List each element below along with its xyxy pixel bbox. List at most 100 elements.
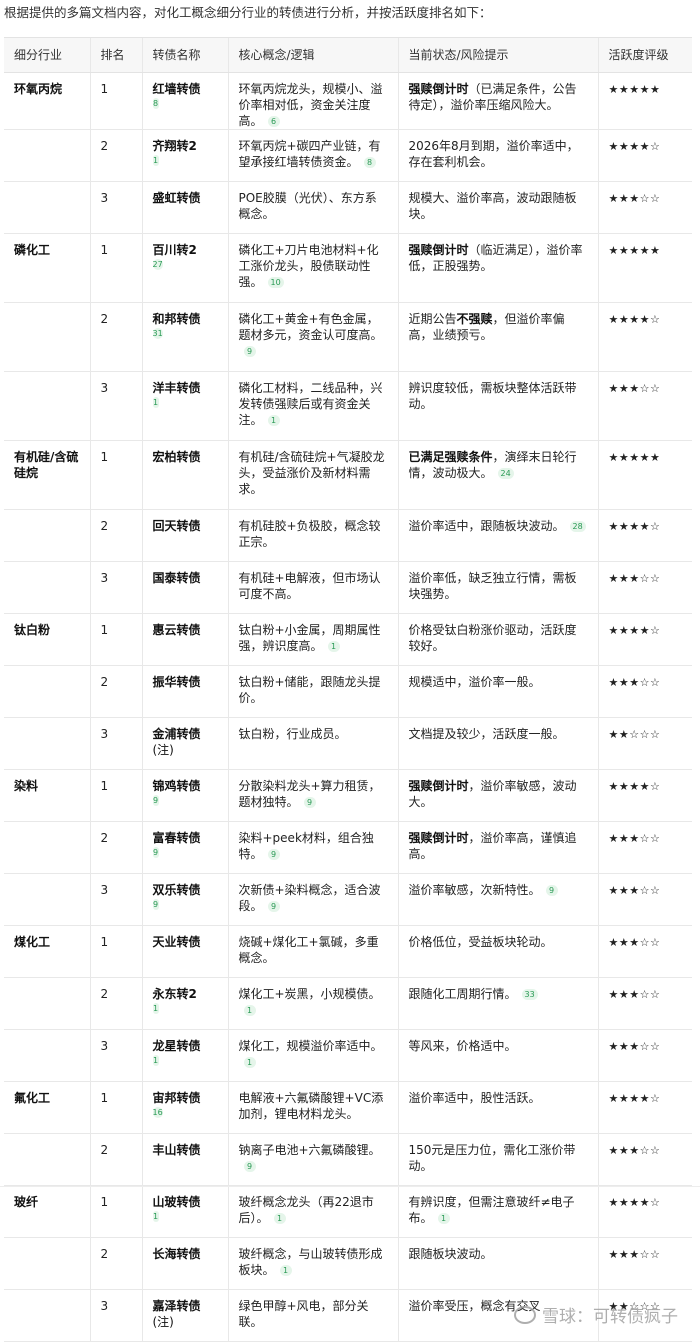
rating-stars: ★★★★☆ — [597, 613, 692, 666]
concept-cell: 钠离子电池+六氟磷酸锂。 9 — [227, 1133, 398, 1186]
concept-cell: 煤化工，规模溢价率适中。 1 — [227, 1029, 398, 1082]
citation-badge[interactable]: 9 — [152, 847, 159, 858]
industry-cell: 煤化工 — [4, 925, 90, 978]
status-cell: 溢价率敏感，次新特性。 9 — [397, 873, 598, 926]
citation-badge[interactable]: 24 — [497, 468, 514, 479]
rating-stars: ★★★★☆ — [597, 1081, 692, 1134]
citation-badge[interactable]: 9 — [267, 849, 280, 860]
status-text: 2026年8月到期，溢价率适中，存在套利机会。 — [408, 139, 579, 169]
citation-badge[interactable]: 1 — [243, 1057, 256, 1068]
concept-text: 烧碱+煤化工+氯碱，多重概念。 — [238, 935, 379, 965]
citation-badge[interactable]: 9 — [303, 797, 316, 808]
citation-badge[interactable]: 9 — [152, 795, 159, 806]
industry-cell — [4, 821, 90, 874]
bond-name: 和邦转债 — [152, 312, 201, 326]
status-text: 规模大、溢价率高，波动跟随板块。 — [408, 191, 577, 221]
citation-badge[interactable]: 27 — [152, 259, 163, 270]
table-row: 环氧丙烷 1 红墙转债 8 环氧丙烷龙头，规模小、溢价率相对低，资金关注度高。 6 强赎倒计… — [4, 72, 692, 130]
industry-cell: 氟化工 — [4, 1081, 90, 1134]
citation-badge[interactable]: 1 — [152, 155, 159, 166]
citation-badge[interactable]: 10 — [267, 277, 284, 288]
rating-stars: ★★★★☆ — [597, 1185, 692, 1238]
status-highlight: 强赎倒计时 — [408, 779, 469, 793]
header-status: 当前状态/风险提示 — [397, 37, 598, 73]
bond-name: 齐翔转2 — [152, 139, 197, 153]
bond-name-cell: 嘉泽转债 (注) — [141, 1289, 228, 1342]
watermark-text: 雪球：可转债疯子 — [542, 1307, 678, 1327]
concept-cell: 环氧丙烷+碳四产业链，有望承接红墙转债资金。 8 — [227, 129, 398, 182]
citation-badge[interactable]: 6 — [267, 116, 280, 127]
rank-cell: 1 — [89, 769, 142, 822]
citation-badge[interactable]: 9 — [267, 901, 280, 912]
bond-note: (注) — [152, 1315, 174, 1329]
industry-cell — [4, 561, 90, 614]
concept-text: 绿色甲醇+风电，部分关联。 — [238, 1299, 369, 1329]
citation-badge[interactable]: 9 — [243, 1161, 256, 1172]
citation-badge[interactable]: 1 — [152, 1003, 159, 1014]
status-cell: 跟随板块波动。 — [397, 1237, 598, 1290]
rank-cell: 3 — [89, 873, 142, 926]
table-row: 2 永东转2 1 煤化工+炭黑，小规模债。 1 跟随化工周期行情。 33 ★★★☆☆ — [4, 977, 692, 1030]
citation-badge[interactable]: 9 — [243, 346, 256, 357]
status-cell: 有辨识度，但需注意玻纤≠电子布。 1 — [397, 1185, 598, 1238]
concept-cell: 玻纤概念，与山玻转债形成板块。 1 — [227, 1237, 398, 1290]
watermark: 雪球：可转债疯子 — [514, 1302, 678, 1327]
citation-badge[interactable]: 28 — [569, 521, 586, 532]
industry-cell — [4, 371, 90, 441]
rating-stars: ★★★☆☆ — [597, 1133, 692, 1186]
table-row: 2 和邦转债 31 磷化工+黄金+有色金属，题材多元，资金认可度高。 9 近期公告不强赎，… — [4, 302, 692, 372]
citation-badge[interactable]: 1 — [273, 1213, 286, 1224]
bond-name-cell: 红墙转债 8 — [141, 72, 228, 130]
concept-cell: 有机硅+电解液，但市场认可度不高。 — [227, 561, 398, 614]
bond-note: (注) — [152, 743, 174, 757]
table-row: 2 长海转债 玻纤概念，与山玻转债形成板块。 1 跟随板块波动。 ★★★☆☆ — [4, 1237, 692, 1290]
citation-badge[interactable]: 8 — [152, 98, 159, 109]
bond-name: 洋丰转债 — [152, 381, 201, 395]
rank-cell: 1 — [89, 925, 142, 978]
table-row: 2 丰山转债 钠离子电池+六氟磷酸锂。 9 150元是压力位，需化工涨价带动。 ★★★☆☆ — [4, 1133, 692, 1186]
header-rating: 活跃度评级 — [597, 37, 692, 73]
citation-badge[interactable]: 31 — [152, 328, 163, 339]
rating-stars: ★★★☆☆ — [597, 665, 692, 718]
citation-badge[interactable]: 1 — [152, 1211, 159, 1222]
concept-cell: 有机硅胶+负极胶，概念较正宗。 — [227, 509, 398, 562]
citation-badge[interactable]: 16 — [152, 1107, 163, 1118]
status-cell: 强赎倒计时（已满足条件，公告待定），溢价率压缩风险大。 — [397, 72, 598, 130]
citation-badge[interactable]: 9 — [545, 885, 558, 896]
industry-cell — [4, 181, 90, 234]
citation-badge[interactable]: 1 — [243, 1005, 256, 1016]
industry-cell: 有机硅/含硫硅烷 — [4, 440, 90, 510]
industry-cell — [4, 1133, 90, 1186]
bond-name-cell: 长海转债 — [141, 1237, 228, 1290]
status-cell: 跟随化工周期行情。 33 — [397, 977, 598, 1030]
status-text: 文档提及较少，活跃度一般。 — [408, 727, 565, 741]
concept-text: 环氧丙烷+碳四产业链，有望承接红墙转债资金。 — [238, 139, 381, 169]
citation-badge[interactable]: 1 — [267, 415, 280, 426]
citation-badge[interactable]: 1 — [152, 1055, 159, 1066]
bond-name: 龙星转债 — [152, 1039, 201, 1053]
industry-cell: 磷化工 — [4, 233, 90, 303]
rank-cell: 2 — [89, 821, 142, 874]
table-row: 2 齐翔转2 1 环氧丙烷+碳四产业链，有望承接红墙转债资金。 8 2026年8月到期，溢… — [4, 129, 692, 182]
citation-badge[interactable]: 1 — [279, 1265, 292, 1276]
bond-name: 双乐转债 — [152, 883, 201, 897]
bond-name: 国泰转债 — [152, 571, 201, 585]
citation-badge[interactable]: 1 — [152, 397, 159, 408]
bond-name-cell: 丰山转债 — [141, 1133, 228, 1186]
rating-stars: ★★☆☆☆ — [597, 717, 692, 770]
industry-cell — [4, 302, 90, 372]
bond-name-cell: 百川转2 27 — [141, 233, 228, 303]
page-edge-divider — [0, 1186, 700, 1187]
citation-badge[interactable]: 8 — [363, 157, 376, 168]
bond-name-cell: 锦鸡转债 9 — [141, 769, 228, 822]
bond-name: 富春转债 — [152, 831, 201, 845]
rating-stars: ★★★★☆ — [597, 129, 692, 182]
citation-badge[interactable]: 1 — [437, 1213, 450, 1224]
rating-stars: ★★★★☆ — [597, 509, 692, 562]
status-highlight: 强赎倒计时 — [408, 82, 469, 96]
rank-cell: 2 — [89, 977, 142, 1030]
bond-name: 山玻转债 — [152, 1195, 201, 1209]
citation-badge[interactable]: 1 — [327, 641, 340, 652]
citation-badge[interactable]: 9 — [152, 899, 159, 910]
citation-badge[interactable]: 33 — [521, 989, 538, 1000]
